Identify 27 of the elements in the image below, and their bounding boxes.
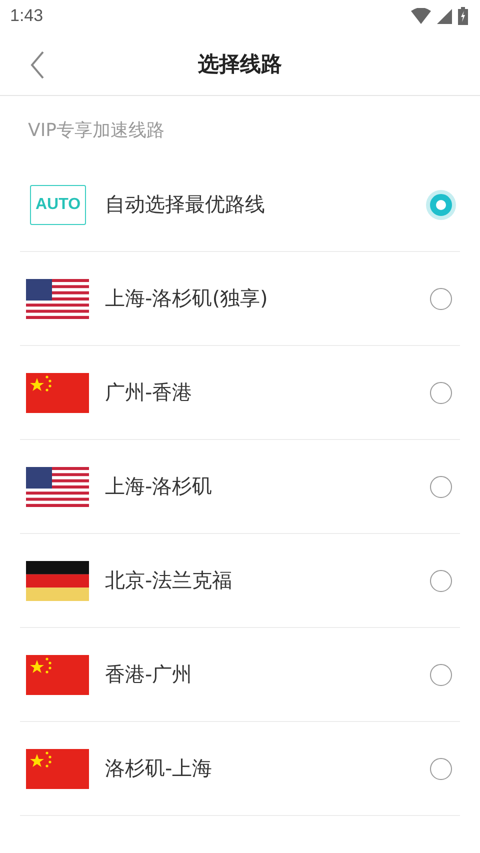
route-name[interactable]: 自动选择最优路线 (105, 191, 430, 218)
route-name[interactable]: 上海-洛杉矶(独享) (105, 285, 430, 312)
radio-button[interactable] (430, 382, 452, 404)
status-time: 1:43 (10, 6, 44, 26)
radio-button[interactable] (430, 570, 452, 592)
wifi-icon (411, 8, 431, 24)
signal-icon (437, 8, 452, 24)
radio-button[interactable] (430, 476, 452, 498)
auto-badge: AUTO (30, 184, 86, 224)
radio-button[interactable] (430, 664, 452, 686)
de-flag-icon (26, 560, 89, 600)
battery-icon (458, 7, 468, 25)
cn-flag-icon (26, 372, 89, 412)
page-title: 选择线路 (198, 50, 282, 78)
us-flag-icon (26, 278, 89, 318)
route-name[interactable]: 上海-洛杉矶 (105, 473, 430, 500)
cn-flag-icon (26, 654, 89, 694)
section-title: VIP专享加速线路 (28, 120, 164, 141)
radio-button[interactable] (430, 758, 452, 780)
route-name[interactable]: 广州-香港 (105, 379, 430, 406)
back-icon[interactable] (30, 51, 44, 79)
cn-flag-icon (26, 748, 89, 788)
us-flag-icon (26, 466, 89, 506)
route-name[interactable]: 洛杉矶-上海 (105, 755, 430, 782)
route-name[interactable]: 北京-法兰克福 (105, 567, 430, 594)
route-name[interactable]: 香港-广州 (105, 661, 430, 688)
radio-button[interactable] (430, 288, 452, 310)
